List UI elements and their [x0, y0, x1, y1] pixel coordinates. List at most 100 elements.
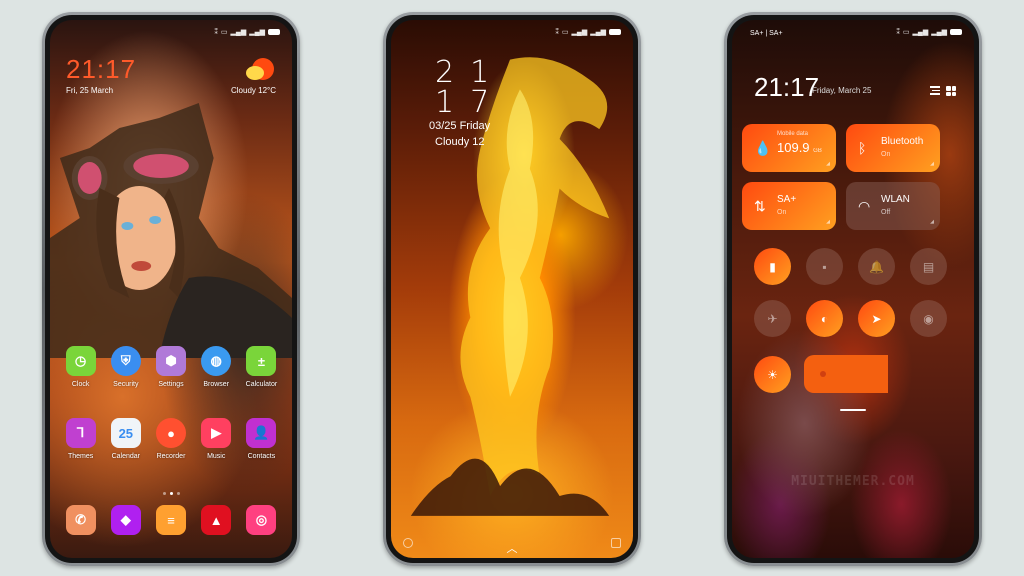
edit-tiles-icon[interactable] [930, 86, 940, 95]
toggle-flashlight[interactable]: ▪ [806, 248, 843, 285]
app-browser[interactable]: ◍ Browser [194, 346, 239, 388]
tile-title: SA+ [777, 194, 797, 205]
app-themes[interactable]: ⅂ Themes [58, 418, 103, 460]
weather-cloudy-icon[interactable] [244, 58, 274, 86]
airplane-icon: ✈ [767, 311, 778, 326]
stage: ⁑ ▭ ▂▄▆ ▂▄▆ 21:17 Fri, 25 March Cloudy 1… [0, 0, 1024, 576]
page-indicator[interactable] [50, 492, 292, 495]
gallery-icon: ▲ [201, 505, 232, 535]
page-dot[interactable] [169, 492, 173, 495]
tile-expand-icon[interactable]: ◢ [930, 219, 934, 225]
drag-handle[interactable] [840, 409, 866, 411]
app-notes[interactable]: ≡ [148, 505, 193, 535]
app-calendar[interactable]: 25 Calendar [103, 418, 148, 460]
battery-icon [609, 29, 621, 35]
tile-bluetooth[interactable]: ᛒ Bluetooth On ◢ [846, 124, 940, 172]
app-phone[interactable]: ✆ [58, 505, 103, 535]
swipe-up-chevron-icon[interactable]: ︿ [507, 540, 518, 556]
app-security[interactable]: ⛨ Security [103, 346, 148, 388]
app-gallery[interactable]: ▲ [194, 505, 239, 535]
brightness-auto-toggle[interactable]: ☀ [754, 356, 791, 393]
home-clock[interactable]: 21:17 [66, 54, 136, 85]
toggle-vibrate[interactable]: ▮ [754, 248, 791, 285]
toggle-reading-mode[interactable]: ◉ [910, 300, 947, 337]
home-screen: ⁑ ▭ ▂▄▆ ▂▄▆ 21:17 Fri, 25 March Cloudy 1… [50, 20, 292, 558]
page-dot[interactable] [162, 492, 166, 495]
paint-roller-icon: ⅂ [65, 418, 96, 448]
app-messages[interactable]: ◆ [103, 505, 148, 535]
tile-status: On [881, 151, 891, 158]
app-label: Security [113, 381, 139, 388]
tile-status: Off [881, 209, 891, 216]
app-label: Music [207, 453, 226, 460]
toggle-dark-mode[interactable]: ◐ [806, 300, 843, 337]
app-row-1: ◷ Clock ⛨ Security ⬢ Settings ◍ Browser ± Calcula… [58, 346, 284, 388]
phone-home-screen: ⁑ ▭ ▂▄▆ ▂▄▆ 21:17 Fri, 25 March Cloudy 1… [42, 12, 300, 566]
toggle-airplane[interactable]: ✈ [754, 300, 791, 337]
recorder-icon: ● [156, 418, 186, 448]
catwoman-wallpaper [50, 103, 292, 358]
brightness-slider[interactable] [804, 355, 888, 393]
contrast-icon: ◐ [820, 311, 829, 326]
cc-clock: 21:17 [754, 72, 820, 102]
tile-expand-icon[interactable]: ◢ [930, 161, 934, 167]
tile-value: 109.9 GB [777, 140, 822, 155]
globe-icon: ◍ [201, 346, 232, 376]
home-weather: Cloudy 12°C [231, 86, 276, 95]
camera-icon: ◎ [246, 505, 277, 535]
data-usage-unit: GB [813, 148, 822, 154]
bluetooth-status-icon: ⁑ [214, 29, 218, 36]
tile-mobile-data[interactable]: 💧 Mobile data 109.9 GB ◢ [742, 124, 836, 172]
bluetooth-icon: ᛒ [858, 140, 867, 156]
tile-label: Mobile data [777, 131, 809, 137]
water-drop-icon: 💧 [754, 140, 772, 156]
tile-expand-icon[interactable]: ◢ [826, 219, 830, 225]
tile-sa-plus[interactable]: ⇅ SA+ On ◢ [742, 182, 836, 230]
camera-shortcut-icon[interactable] [611, 538, 621, 548]
home-date: Fri, 25 March [66, 86, 114, 95]
status-bar: ⁑ ▭ ▂▄▆ ▂▄▆ [214, 28, 280, 36]
cc-date: Friday, March 25 [812, 86, 872, 95]
tile-status: On [777, 209, 787, 216]
app-calculator[interactable]: ± Calculator [239, 346, 284, 388]
grid-view-icon[interactable] [946, 86, 956, 96]
assistant-shortcut-icon[interactable] [403, 538, 413, 548]
messages-icon: ◆ [110, 505, 141, 535]
location-arrow-icon: ➤ [871, 311, 882, 326]
carrier-label: SA+ | SA+ [750, 30, 783, 37]
lock-clock: 21 17 [435, 58, 505, 118]
music-icon: ▶ [201, 418, 232, 448]
watermark: MIUITHEMER.COM [791, 474, 915, 489]
app-label: Contacts [247, 453, 276, 460]
sa-plus-icon: ⇅ [754, 198, 766, 214]
lock-date: 03/25 Friday [429, 120, 491, 132]
vibrate-icon: ▮ [769, 259, 776, 274]
control-center: SA+ | SA+ ⁑ ▭ ▂▄▆ ▂▄▆ 21:17 Friday, Marc… [732, 20, 974, 558]
toggle-screenshot[interactable]: ▤ [910, 248, 947, 285]
toggle-location[interactable]: ➤ [858, 300, 895, 337]
page-dot[interactable] [176, 492, 180, 495]
toggle-mute[interactable]: 🔔 [858, 248, 895, 285]
app-label: Browser [203, 381, 230, 388]
app-label: Calculator [245, 381, 278, 388]
contact-icon: 👤 [246, 418, 277, 448]
app-clock[interactable]: ◷ Clock [58, 346, 103, 388]
phone-control-center: SA+ | SA+ ⁑ ▭ ▂▄▆ ▂▄▆ 21:17 Friday, Marc… [724, 12, 982, 566]
app-settings[interactable]: ⬢ Settings [148, 346, 193, 388]
eye-icon: ◉ [923, 311, 934, 326]
app-label: Calendar [111, 453, 141, 460]
app-label: Clock [71, 381, 90, 388]
shield-icon: ⛨ [110, 346, 141, 376]
tile-wlan[interactable]: ◠ WLAN Off ◢ [846, 182, 940, 230]
app-music[interactable]: ▶ Music [194, 418, 239, 460]
app-label: Themes [67, 453, 94, 460]
tile-expand-icon[interactable]: ◢ [826, 161, 830, 167]
app-label: Recorder [156, 453, 186, 460]
signal-icon: ▂▄▆ [230, 29, 247, 36]
data-usage-value: 109.9 [777, 140, 810, 155]
app-camera[interactable]: ◎ [239, 505, 284, 535]
dock: ✆ ◆ ≡ ▲ ◎ [58, 505, 284, 535]
app-recorder[interactable]: ● Recorder [148, 418, 193, 460]
app-contacts[interactable]: 👤 Contacts [239, 418, 284, 460]
calendar-icon: 25 [110, 418, 141, 448]
